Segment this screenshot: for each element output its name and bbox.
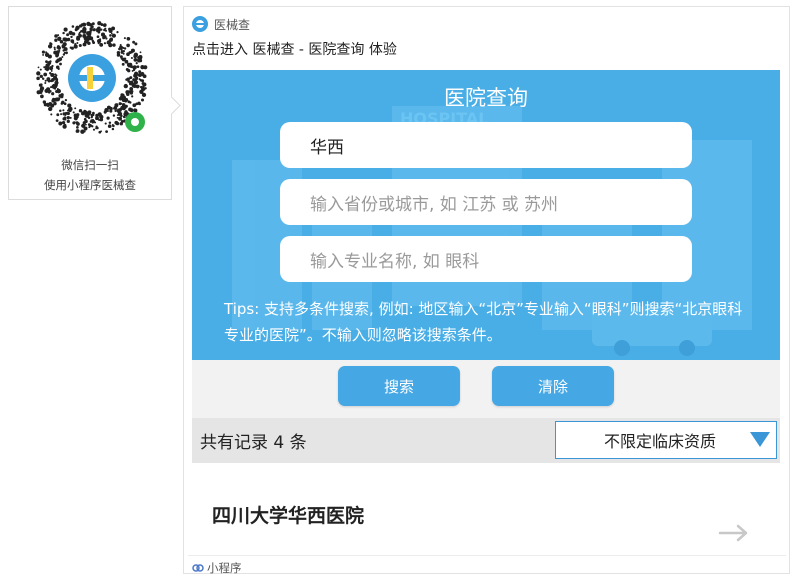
mini-program-code-icon [36, 21, 148, 134]
specialty-input[interactable]: 输入专业名称, 如 眼科 [280, 236, 692, 282]
search-banner: HOSPITAL 医院查询 华西 输入省份或城市, 如 江苏 或 苏州 输入专业… [192, 70, 780, 360]
qr-card: 微信扫一扫 使用小程序医械查 [8, 6, 172, 200]
mini-program-card[interactable]: 医械查 点击进入 医械查 - 医院查询 体验 HOSPITAL 医院查询 华西 … [183, 6, 790, 575]
card-footer: 小程序 [188, 555, 786, 575]
filter-selected-value: 不限定临床资质 [604, 432, 717, 451]
card-title[interactable]: 点击进入 医械查 - 医院查询 体验 [192, 39, 397, 59]
banner-title: 医院查询 [444, 86, 528, 110]
hospital-result-name: 四川大学华西医院 [212, 505, 365, 527]
brand-logo-icon [192, 16, 208, 32]
dropdown-caret-icon [750, 432, 770, 447]
search-tips: Tips: 支持多条件搜索, 例如: 地区输入“北京”专业输入“眼科”则搜索“北… [224, 300, 743, 344]
qr-caption-scan: 微信扫一扫 [61, 158, 119, 172]
hospital-name-input[interactable]: 华西 [280, 122, 692, 168]
qualification-filter-select[interactable]: 不限定临床资质 [555, 421, 777, 459]
arrow-right-icon[interactable] [718, 523, 750, 543]
search-button[interactable]: 搜索 [338, 366, 460, 406]
list-item[interactable]: 四川大学华西医院 [192, 463, 780, 551]
records-bar: 共有记录 4 条 不限定临床资质 [192, 418, 780, 463]
region-input[interactable]: 输入省份或城市, 如 江苏 或 苏州 [280, 179, 692, 225]
footer-label: 小程序 [207, 561, 242, 575]
brand-row: 医械查 [192, 15, 250, 33]
action-bar: 搜索 清除 [192, 360, 780, 418]
clear-button[interactable]: 清除 [492, 366, 614, 406]
mini-program-icon [192, 564, 204, 572]
qr-caption-use: 使用小程序医械查 [44, 178, 136, 192]
brand-name: 医械查 [214, 17, 251, 32]
record-count: 共有记录 4 条 [200, 433, 307, 453]
